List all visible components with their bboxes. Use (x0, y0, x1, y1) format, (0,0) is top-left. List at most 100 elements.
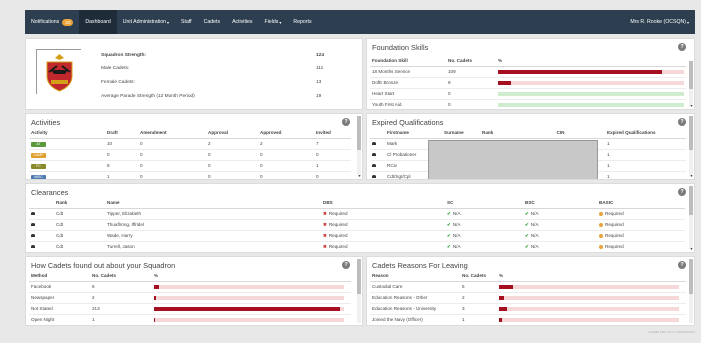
check-icon: ✔ (525, 243, 529, 249)
column-header[interactable]: No. Cadets (460, 271, 497, 282)
percent-cell (152, 292, 351, 304)
table-row[interactable]: Cdt Tipper, Elizabeth ✖ Required ✔ N/A ✔ N/A Req… (29, 208, 685, 220)
percent-cell (152, 281, 351, 293)
approval-count: 2 (206, 138, 258, 150)
help-icon[interactable]: ? (678, 188, 686, 196)
person-icon[interactable] (31, 212, 35, 216)
column-header[interactable]: Rank (480, 128, 516, 139)
table-row[interactable]: Cdt Thuaflrong, Iffridel ✖ Required ✔ N/A ✔ N/A… (29, 219, 685, 231)
table-row[interactable]: Newspaper 2 (29, 292, 351, 304)
warning-dot-icon (599, 244, 603, 249)
table-row[interactable]: Cdt Turrell, Jason ✖ Required ✔ N/A ✔ N/A Requir… (29, 241, 685, 252)
scrollbar[interactable] (689, 61, 693, 107)
table-row[interactable]: Open Night 1 (29, 314, 351, 325)
check-icon: ✔ (525, 210, 529, 216)
nav-user-menu[interactable]: Mrs R. Rooke (OCSQN) ▾ (624, 10, 695, 34)
nav-notifications[interactable]: Notifications 33 (25, 10, 79, 34)
column-header[interactable]: Amendment (138, 128, 206, 139)
table-row[interactable]: AT 10 0 2 2 7 (29, 138, 351, 150)
table-row[interactable]: Cdt Wade, Harry ✖ Required ✔ N/A ✔ N/A Required (29, 230, 685, 242)
help-icon[interactable]: ? (678, 118, 686, 126)
column-header[interactable]: Approval (206, 128, 258, 139)
table-row[interactable]: Joined the Navy (Officer) 1 (370, 314, 686, 325)
help-icon[interactable]: ? (678, 261, 686, 269)
person-icon[interactable] (31, 245, 35, 249)
column-header[interactable]: Reason (370, 271, 460, 282)
amendment-count: 0 (138, 160, 206, 172)
column-header[interactable]: Foundation Skill (370, 56, 446, 67)
column-header[interactable]: Method (29, 271, 90, 282)
column-header[interactable]: Approved (258, 128, 314, 139)
scroll-down-icon[interactable]: ▾ (689, 104, 694, 108)
table-row[interactable]: Facebook 6 (29, 281, 351, 293)
help-icon[interactable]: ? (678, 43, 686, 51)
help-icon[interactable]: ? (342, 118, 350, 126)
help-icon[interactable]: ? (342, 261, 350, 269)
table-row[interactable]: Not Stated 213 (29, 303, 351, 315)
column-header[interactable]: SC (445, 198, 523, 209)
nav-unit-administration[interactable]: Unit Administration ▾ (117, 10, 175, 34)
scrollbar[interactable] (357, 259, 361, 323)
column-header[interactable]: Expired Qualifications (605, 128, 686, 139)
table-row[interactable]: Custodial Care 5 (370, 281, 686, 293)
column-header[interactable]: Draft (105, 128, 138, 139)
column-header[interactable]: BASIC (597, 198, 685, 209)
nav-fields[interactable]: Fields ▾ (259, 10, 288, 34)
nav-reports[interactable]: Reports (287, 10, 317, 34)
nav-activities[interactable]: Activities (226, 10, 258, 34)
activity-tag[interactable]: MISC (31, 174, 46, 179)
activity-tag[interactable]: AT (31, 141, 46, 147)
person-icon[interactable] (372, 142, 376, 146)
column-header[interactable]: No. Cadets (446, 56, 496, 67)
table-row[interactable]: Youth First Aid 0 (370, 99, 686, 109)
status-text: Required (328, 210, 348, 216)
foundation-skills-panel: Foundation Skills ? Foundation Skill No.… (366, 38, 695, 110)
scrollbar[interactable] (689, 259, 693, 323)
clearance-status: Required (597, 241, 685, 252)
column-header[interactable]: DBS (321, 198, 445, 209)
scroll-down-icon[interactable]: ▾ (357, 174, 362, 178)
scroll-down-icon[interactable]: ▾ (689, 247, 694, 251)
column-header[interactable]: Invited (314, 128, 351, 139)
activity-tag[interactable]: CAMP (31, 152, 46, 158)
person-icon[interactable] (372, 153, 376, 157)
activity-tag[interactable]: FC (31, 163, 46, 169)
table-row[interactable]: FC 8 0 0 0 1 (29, 160, 351, 172)
status-text: N/A (530, 221, 539, 227)
nav-cadets[interactable]: Cadets (198, 10, 226, 34)
nav-staff[interactable]: Staff (175, 10, 198, 34)
squadron-summary-panel: Squadron Strength: 124 Male Cadets: 111 … (25, 38, 363, 110)
person-icon[interactable] (372, 175, 376, 179)
table-row[interactable]: Heart Start 0 (370, 88, 686, 100)
table-row[interactable]: CAMP 0 0 0 0 0 (29, 149, 351, 161)
column-header[interactable]: Firstname (385, 128, 442, 139)
column-header[interactable]: Name (105, 198, 321, 209)
scrollbar[interactable] (357, 116, 361, 177)
column-header[interactable]: % (152, 271, 351, 282)
column-header[interactable]: % (497, 271, 686, 282)
column-header[interactable]: Activity (29, 128, 105, 139)
person-icon[interactable] (372, 164, 376, 168)
table-row[interactable]: MISC 1 0 0 0 0 (29, 171, 351, 179)
scrollbar[interactable] (689, 116, 693, 177)
table-row[interactable]: 18 Months Service 109 (370, 66, 686, 78)
column-header[interactable]: No. Cadets (90, 271, 152, 282)
table-row[interactable]: Education Reasons - Other 2 (370, 292, 686, 304)
rank: Cdt (54, 241, 105, 252)
column-header[interactable]: % (496, 56, 686, 67)
column-header[interactable]: CIN (516, 128, 605, 139)
person-icon[interactable] (31, 234, 35, 238)
column-header[interactable]: Rank (54, 198, 105, 209)
draft-count: 8 (105, 160, 138, 172)
column-header[interactable]: Surname (442, 128, 480, 139)
person-icon-cell (370, 171, 385, 179)
cadet-count: 0 (446, 88, 496, 100)
column-header[interactable]: BSC (523, 198, 597, 209)
nav-dashboard[interactable]: Dashboard (79, 10, 117, 34)
scrollbar[interactable] (689, 186, 693, 250)
reasons-for-leaving-panel: Cadets Reasons For Leaving ? Reason No. … (366, 256, 695, 326)
scroll-down-icon[interactable]: ▾ (689, 174, 694, 178)
person-icon[interactable] (31, 223, 35, 227)
table-row[interactable]: DofE Bronze 9 (370, 77, 686, 89)
table-row[interactable]: Education Reasons - University 3 (370, 303, 686, 315)
